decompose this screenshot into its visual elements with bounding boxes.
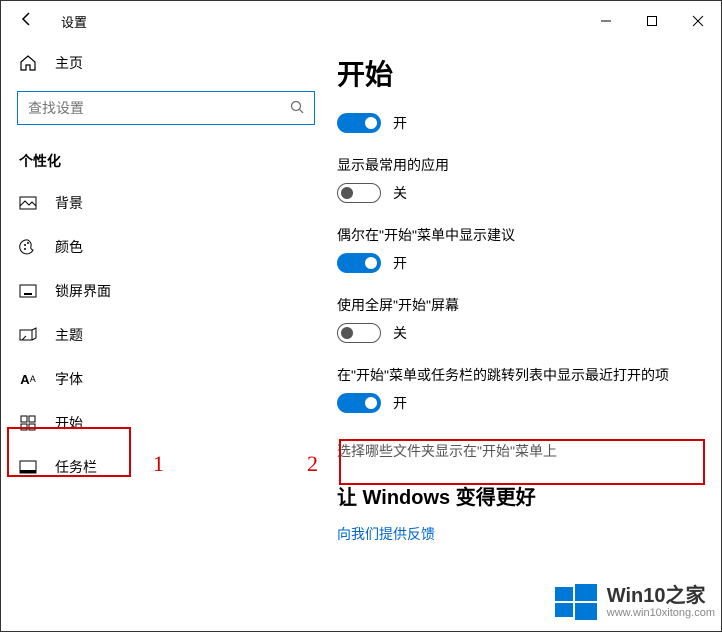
- fonts-icon: AA: [19, 372, 37, 387]
- setting-label: 在"开始"菜单或任务栏的跳转列表中显示最近打开的项: [337, 365, 701, 385]
- sidebar-item-background[interactable]: 背景: [1, 181, 331, 225]
- toggle-switch[interactable]: [337, 113, 381, 133]
- close-button[interactable]: [675, 5, 721, 37]
- start-icon: [19, 415, 37, 431]
- toggle-state: 开: [393, 113, 407, 133]
- sidebar-item-themes[interactable]: 主题: [1, 313, 331, 357]
- sidebar-item-label: 背景: [55, 193, 83, 213]
- sidebar-item-lockscreen[interactable]: 锁屏界面: [1, 269, 331, 313]
- toggle-switch[interactable]: [337, 183, 381, 203]
- palette-icon: [19, 238, 37, 256]
- maximize-button[interactable]: [629, 5, 675, 37]
- toggle-switch[interactable]: [337, 393, 381, 413]
- home-nav[interactable]: 主页: [1, 41, 331, 85]
- feedback-link[interactable]: 向我们提供反馈: [337, 518, 701, 550]
- taskbar-icon: [19, 460, 37, 474]
- themes-icon: [19, 327, 37, 343]
- setting-label: 偶尔在"开始"菜单中显示建议: [337, 225, 701, 245]
- sidebar-item-taskbar[interactable]: 任务栏: [1, 445, 331, 489]
- setting-label: 显示最常用的应用: [337, 155, 701, 175]
- search-input[interactable]: [28, 100, 290, 116]
- sidebar-item-label: 开始: [55, 413, 83, 433]
- sidebar-item-label: 字体: [55, 369, 83, 389]
- sidebar-item-label: 主题: [55, 325, 83, 345]
- setting-row: 使用全屏"开始"屏幕 关: [337, 295, 701, 343]
- toggle-state: 开: [393, 393, 407, 413]
- setting-row: 偶尔在"开始"菜单中显示建议 开: [337, 225, 701, 273]
- home-label: 主页: [55, 53, 83, 73]
- sidebar-item-label: 任务栏: [55, 457, 97, 477]
- category-label: 个性化: [1, 135, 331, 181]
- search-icon: [290, 100, 304, 117]
- setting-row: 在"开始"菜单或任务栏的跳转列表中显示最近打开的项 开: [337, 365, 701, 413]
- toggle-switch[interactable]: [337, 323, 381, 343]
- toggle-state: 关: [393, 183, 407, 203]
- back-button[interactable]: [19, 11, 39, 32]
- lockscreen-icon: [19, 284, 37, 298]
- sidebar-item-colors[interactable]: 颜色: [1, 225, 331, 269]
- setting-row: 显示最常用的应用 关: [337, 155, 701, 203]
- sidebar-item-start[interactable]: 开始: [1, 401, 331, 445]
- sidebar-item-label: 颜色: [55, 237, 83, 257]
- setting-label: 使用全屏"开始"屏幕: [337, 295, 701, 315]
- page-title: 开始: [337, 53, 701, 93]
- window-controls: [583, 5, 721, 37]
- folder-link[interactable]: 选择哪些文件夹显示在"开始"菜单上: [337, 435, 701, 467]
- home-icon: [19, 54, 37, 72]
- sidebar: 主页 个性化 背景 颜色 锁屏界面 主题 AA: [1, 41, 331, 631]
- toggle-state: 关: [393, 323, 407, 343]
- titlebar: 设置: [1, 1, 721, 41]
- setting-row: 开: [337, 113, 701, 133]
- content-area: 开始 开 显示最常用的应用 关 偶尔在"开始"菜单中显示建议 开 使用全屏"开始…: [331, 41, 721, 631]
- sidebar-item-label: 锁屏界面: [55, 281, 111, 301]
- app-title: 设置: [61, 12, 87, 31]
- search-box[interactable]: [17, 91, 315, 125]
- picture-icon: [19, 196, 37, 210]
- section-heading: 让 Windows 变得更好: [337, 481, 701, 510]
- toggle-state: 开: [393, 253, 407, 273]
- toggle-switch[interactable]: [337, 253, 381, 273]
- sidebar-item-fonts[interactable]: AA 字体: [1, 357, 331, 401]
- minimize-button[interactable]: [583, 5, 629, 37]
